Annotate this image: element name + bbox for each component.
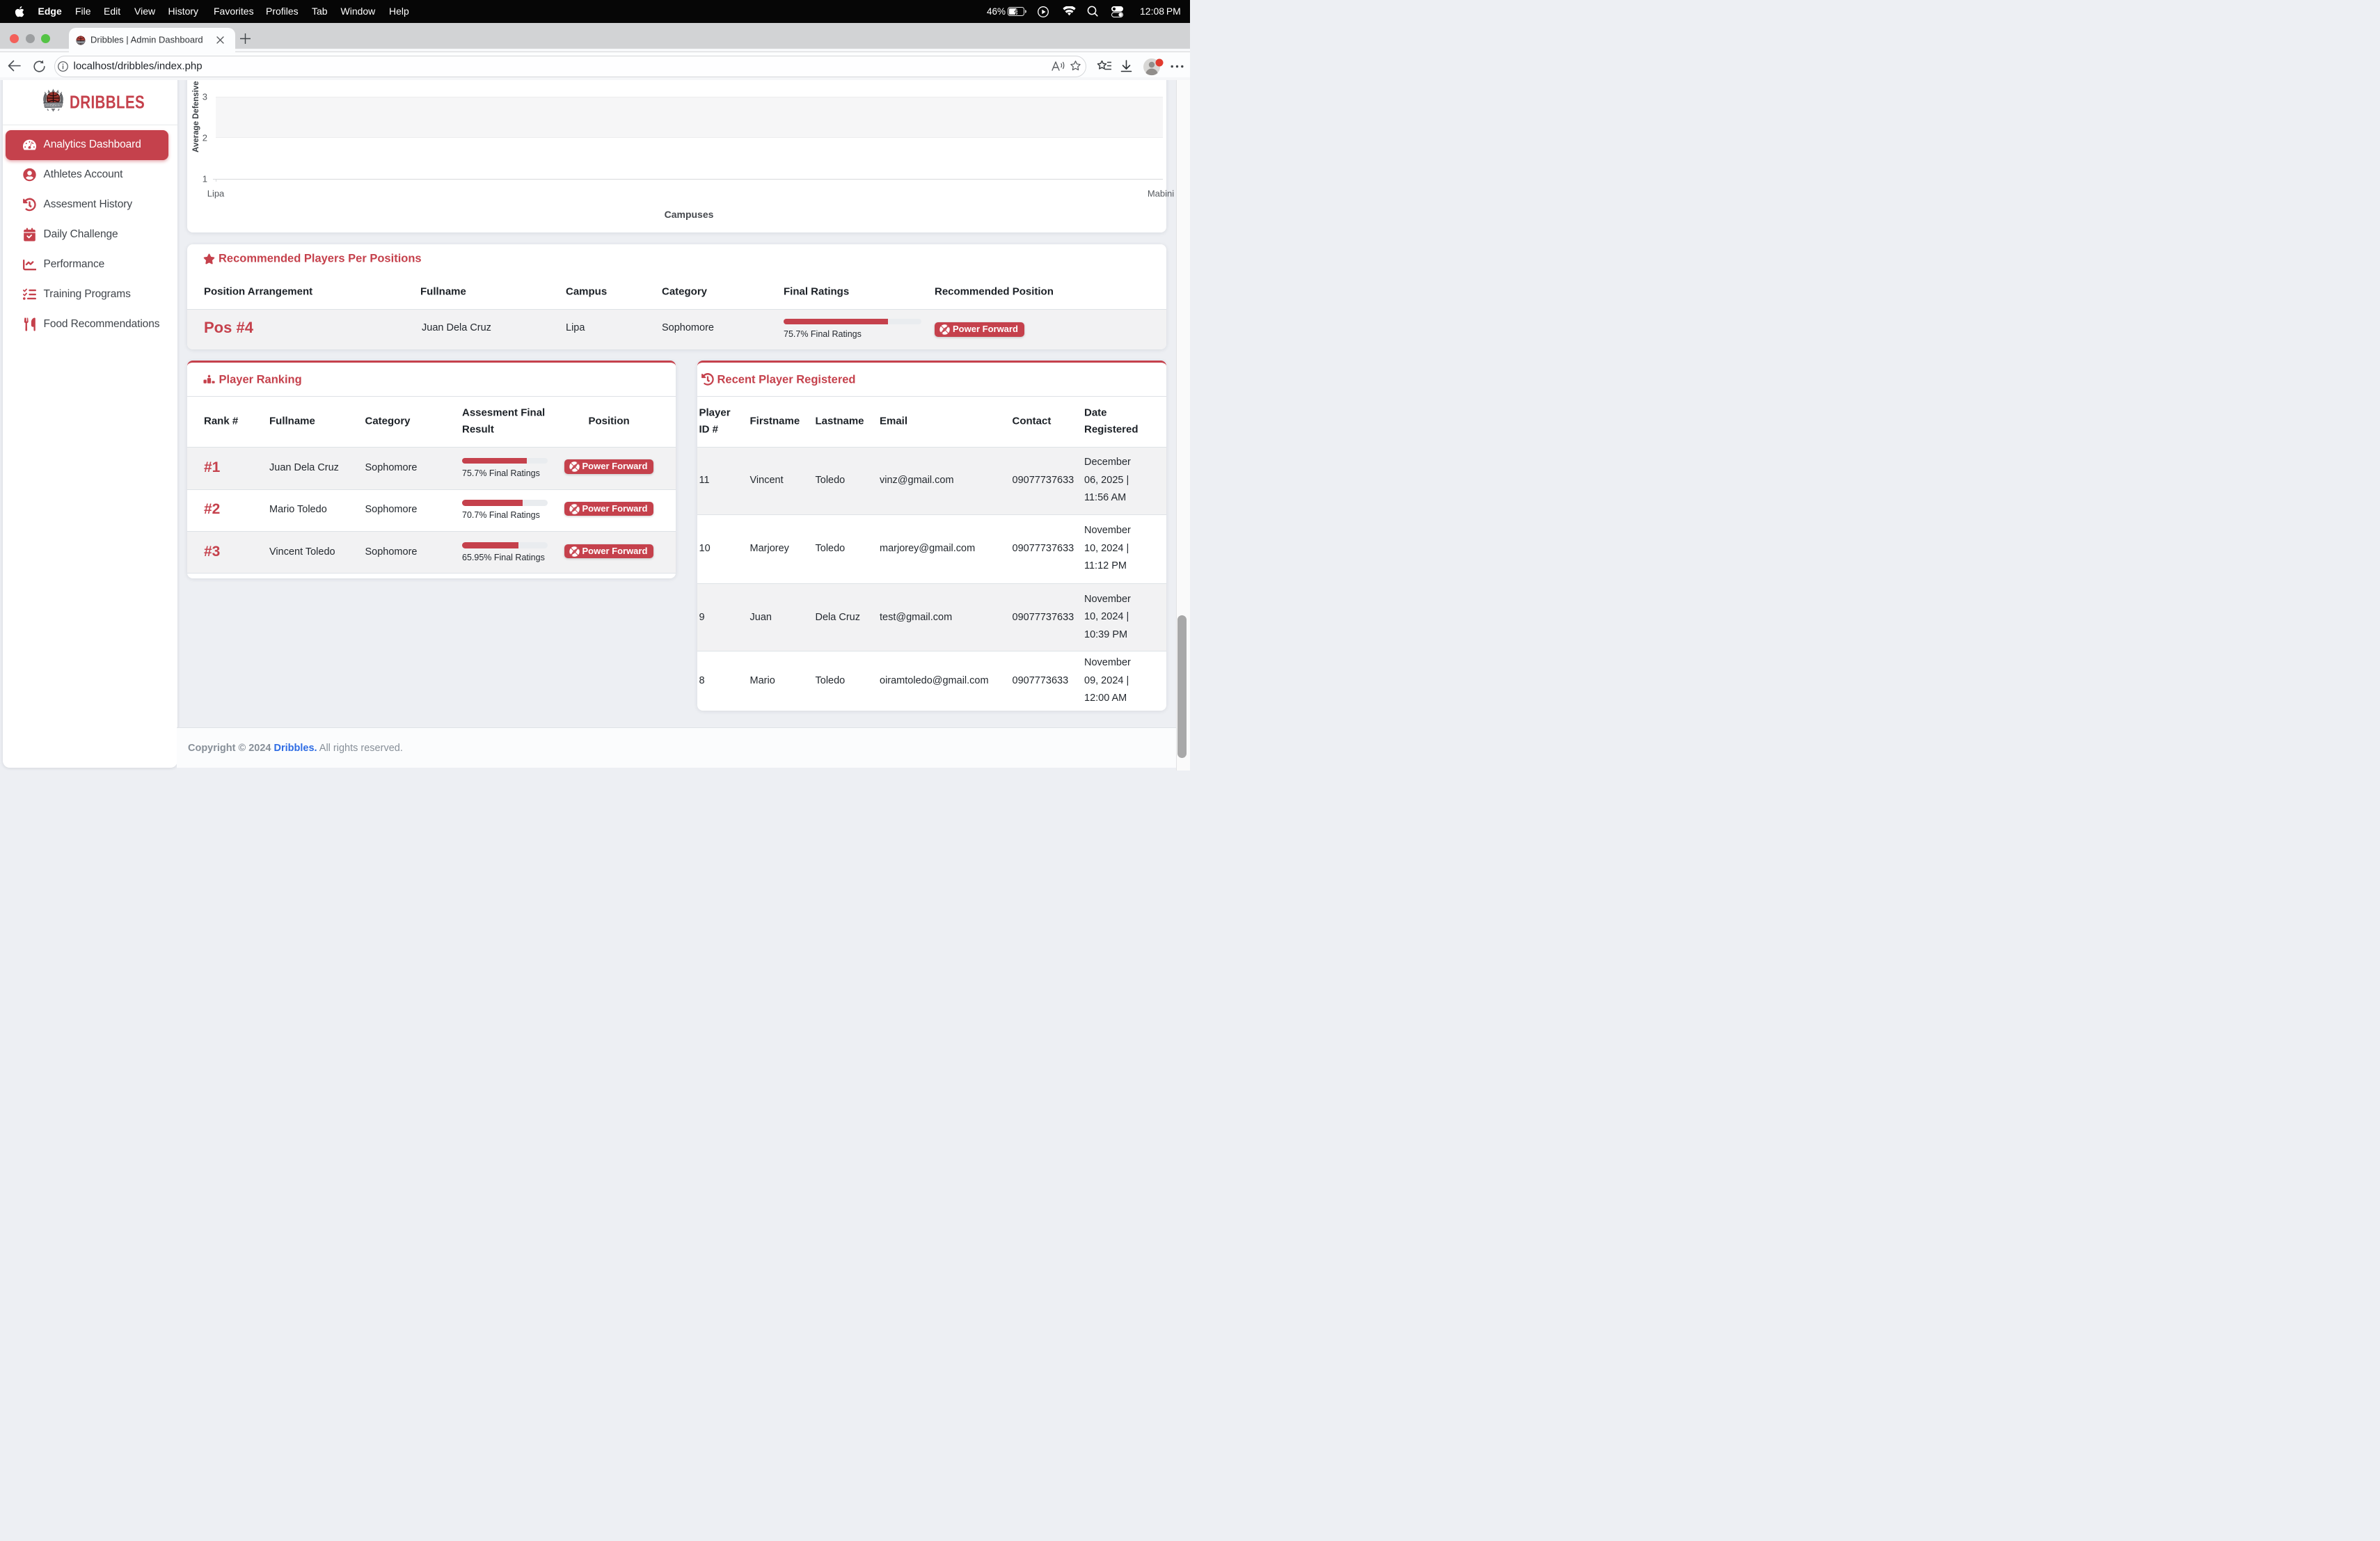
svg-text:DRIBBLES: DRIBBLES [44, 104, 63, 108]
